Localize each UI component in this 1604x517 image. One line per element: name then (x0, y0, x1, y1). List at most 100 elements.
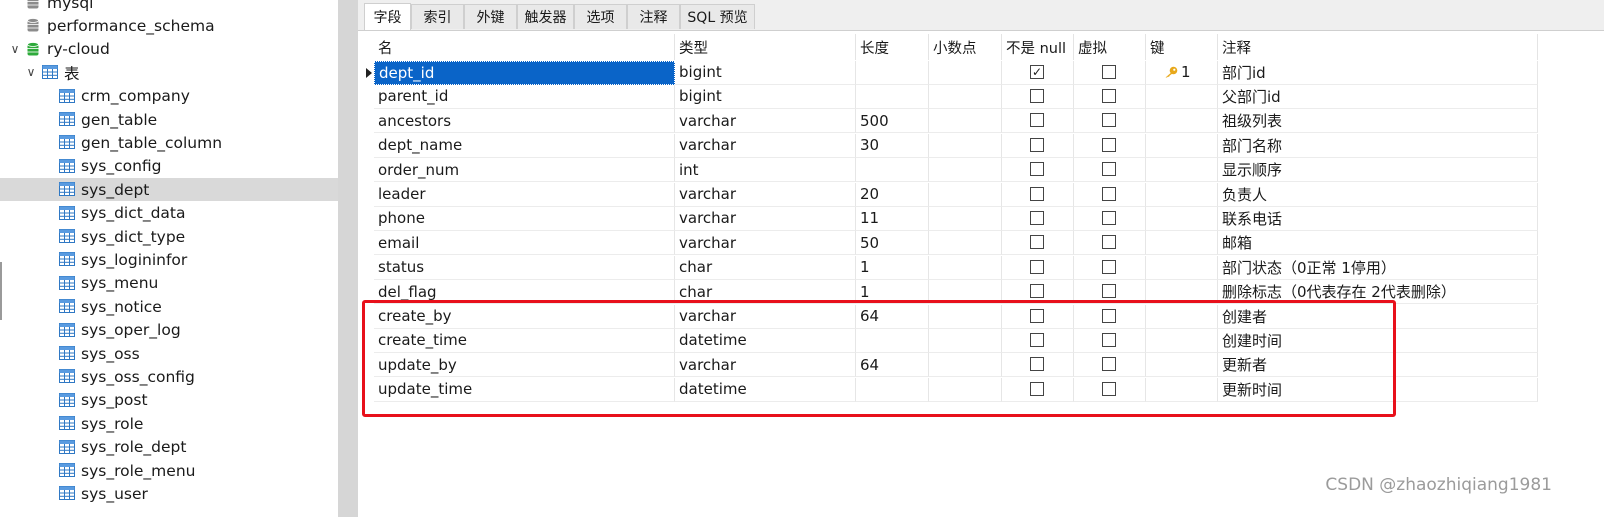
cell-comment[interactable]: 创建时间 (1218, 328, 1538, 353)
cell-type[interactable]: datetime (675, 328, 856, 353)
tab-6[interactable]: SQL 预览 (680, 4, 755, 29)
not-null-checkbox[interactable] (1030, 235, 1044, 250)
cell-name[interactable]: update_time (374, 377, 675, 402)
cell-not-null[interactable] (1002, 109, 1074, 134)
cell-length[interactable]: 30 (856, 133, 929, 158)
cell-length[interactable]: 11 (856, 206, 929, 231)
tree-item-sys-menu[interactable]: sys_menu (0, 272, 338, 295)
not-null-checkbox[interactable] (1030, 308, 1044, 323)
cell-key[interactable] (1146, 206, 1218, 231)
virtual-checkbox[interactable] (1102, 186, 1116, 201)
tree-item-gen-table-column[interactable]: gen_table_column (0, 131, 338, 154)
cell-decimals[interactable] (929, 133, 1002, 158)
tree-item-sys-dict-type[interactable]: sys_dict_type (0, 225, 338, 248)
cell-virtual[interactable] (1074, 280, 1146, 305)
cell-comment[interactable]: 创建者 (1218, 304, 1538, 329)
cell-virtual[interactable] (1074, 255, 1146, 280)
tree-item-sys-post[interactable]: sys_post (0, 389, 338, 412)
column-header-decimals[interactable]: 小数点 (929, 34, 1002, 60)
tree-item-sys-dept[interactable]: sys_dept (0, 178, 338, 202)
virtual-checkbox[interactable] (1102, 381, 1116, 396)
not-null-checkbox[interactable] (1030, 284, 1044, 299)
cell-name[interactable]: dept_id (374, 60, 675, 85)
virtual-checkbox[interactable] (1102, 113, 1116, 128)
tab-5[interactable]: 注释 (627, 4, 680, 29)
virtual-checkbox[interactable] (1102, 235, 1116, 250)
cell-type[interactable]: varchar (675, 206, 856, 231)
not-null-checkbox[interactable] (1030, 88, 1044, 103)
cell-type[interactable]: bigint (675, 60, 856, 85)
cell-name[interactable]: status (374, 255, 675, 280)
cell-virtual[interactable] (1074, 84, 1146, 109)
cell-virtual[interactable] (1074, 304, 1146, 329)
cell-length[interactable]: 20 (856, 182, 929, 207)
cell-not-null[interactable] (1002, 304, 1074, 329)
cell-name[interactable]: ancestors (374, 109, 675, 134)
cell-key[interactable] (1146, 280, 1218, 305)
cell-length[interactable] (856, 60, 929, 85)
cell-decimals[interactable] (929, 328, 1002, 353)
not-null-checkbox[interactable] (1030, 162, 1044, 177)
cell-comment[interactable]: 显示顺序 (1218, 158, 1538, 183)
cell-key[interactable] (1146, 231, 1218, 256)
cell-type[interactable]: int (675, 158, 856, 183)
cell-type[interactable]: char (675, 280, 856, 305)
cell-key[interactable] (1146, 133, 1218, 158)
cell-comment[interactable]: 祖级列表 (1218, 109, 1538, 134)
tree-item-sys-role-menu[interactable]: sys_role_menu (0, 459, 338, 482)
cell-decimals[interactable] (929, 280, 1002, 305)
column-header-not-null[interactable]: 不是 null (1002, 34, 1074, 60)
cell-virtual[interactable] (1074, 60, 1146, 85)
cell-name[interactable]: phone (374, 206, 675, 231)
cell-comment[interactable]: 部门名称 (1218, 133, 1538, 158)
cell-length[interactable]: 64 (856, 353, 929, 378)
virtual-checkbox[interactable] (1102, 137, 1116, 152)
tree-item-performance-schema[interactable]: performance_schema (0, 14, 338, 37)
cell-virtual[interactable] (1074, 328, 1146, 353)
cell-type[interactable]: varchar (675, 304, 856, 329)
cell-type[interactable]: varchar (675, 182, 856, 207)
cell-decimals[interactable] (929, 206, 1002, 231)
tree-item-ry-cloud[interactable]: ∨ ry-cloud (0, 38, 338, 61)
cell-comment[interactable]: 负责人 (1218, 182, 1538, 207)
cell-type[interactable]: varchar (675, 109, 856, 134)
not-null-checkbox[interactable] (1030, 259, 1044, 274)
cell-virtual[interactable] (1074, 182, 1146, 207)
cell-type[interactable]: char (675, 255, 856, 280)
cell-virtual[interactable] (1074, 158, 1146, 183)
cell-key[interactable] (1146, 328, 1218, 353)
not-null-checkbox[interactable] (1030, 357, 1044, 372)
cell-length[interactable] (856, 377, 929, 402)
cell-comment[interactable]: 部门id (1218, 60, 1538, 85)
cell-type[interactable]: varchar (675, 353, 856, 378)
tree-item-sys-role[interactable]: sys_role (0, 412, 338, 435)
virtual-checkbox[interactable] (1102, 64, 1116, 79)
tree-item-crm-company[interactable]: crm_company (0, 85, 338, 108)
not-null-checkbox[interactable] (1030, 113, 1044, 128)
cell-decimals[interactable] (929, 60, 1002, 85)
cell-not-null[interactable] (1002, 206, 1074, 231)
cell-key[interactable] (1146, 353, 1218, 378)
tab-0[interactable]: 字段 (364, 3, 411, 30)
virtual-checkbox[interactable] (1102, 162, 1116, 177)
cell-length[interactable] (856, 328, 929, 353)
not-null-checkbox[interactable] (1030, 137, 1044, 152)
panel-splitter[interactable] (338, 0, 358, 517)
cell-not-null[interactable]: ✓ (1002, 60, 1074, 85)
cell-not-null[interactable] (1002, 255, 1074, 280)
cell-name[interactable]: create_by (374, 304, 675, 329)
cell-decimals[interactable] (929, 158, 1002, 183)
tree-item--[interactable]: ∨ 表 (0, 61, 338, 84)
cell-comment[interactable]: 部门状态（0正常 1停用） (1218, 255, 1538, 280)
cell-not-null[interactable] (1002, 353, 1074, 378)
virtual-checkbox[interactable] (1102, 308, 1116, 323)
cell-virtual[interactable] (1074, 377, 1146, 402)
cell-length[interactable]: 1 (856, 255, 929, 280)
cell-key[interactable] (1146, 304, 1218, 329)
virtual-checkbox[interactable] (1102, 357, 1116, 372)
cell-decimals[interactable] (929, 377, 1002, 402)
cell-key[interactable] (1146, 377, 1218, 402)
cell-name[interactable]: email (374, 231, 675, 256)
tree-item-sys-dict-data[interactable]: sys_dict_data (0, 202, 338, 225)
tree-item-sys-oss-config[interactable]: sys_oss_config (0, 365, 338, 388)
